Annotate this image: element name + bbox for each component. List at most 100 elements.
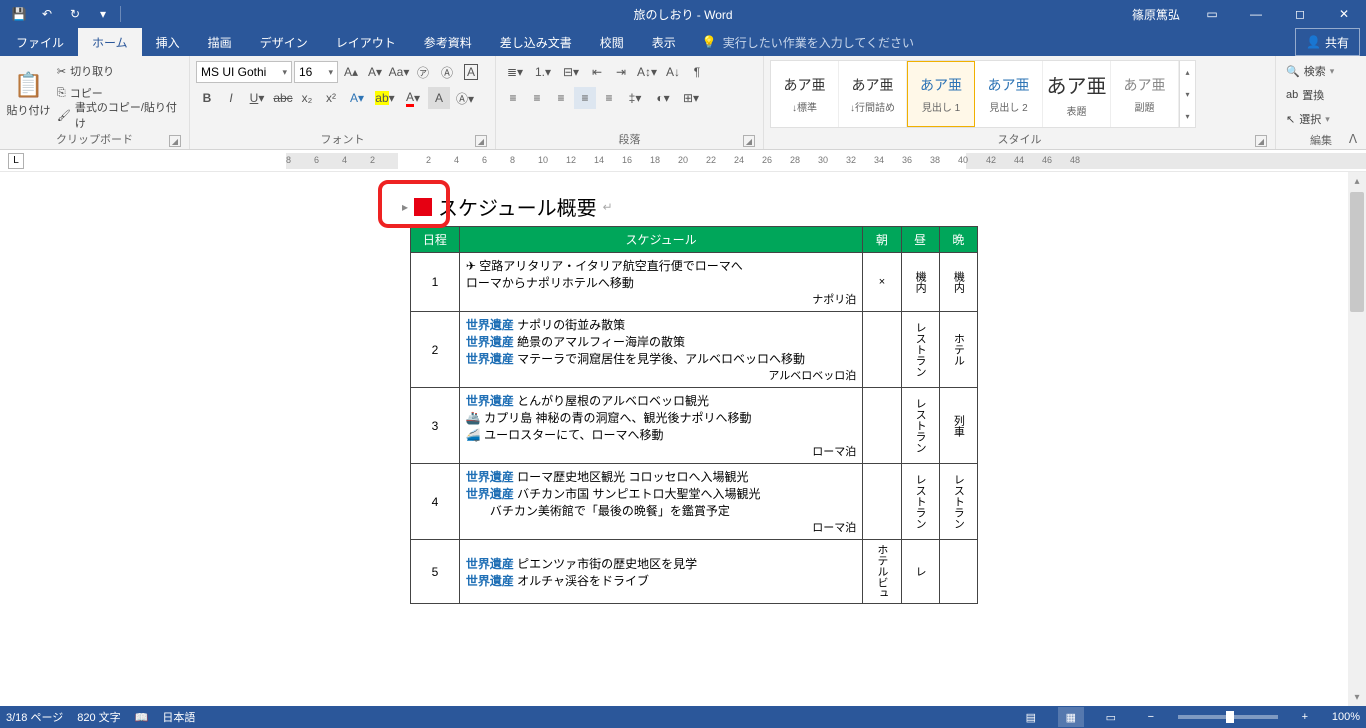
- paste-button[interactable]: 📋 貼り付け: [6, 60, 51, 129]
- gallery-down[interactable]: ▾: [1180, 83, 1195, 105]
- gallery-up[interactable]: ▴: [1180, 61, 1195, 83]
- style-title[interactable]: あア亜表題: [1043, 61, 1111, 127]
- increase-indent-button[interactable]: ⇥: [610, 61, 632, 83]
- highlight-button[interactable]: ab▾: [372, 87, 398, 109]
- align-center-button[interactable]: ≡: [526, 87, 548, 109]
- table-row[interactable]: 3世界遺産 とんがり屋根のアルベロベッロ観光🚢 カプリ島 神秘の青の洞窟へ、観光…: [411, 388, 978, 464]
- underline-button[interactable]: U▾: [244, 87, 270, 109]
- tab-review[interactable]: 校閲: [586, 28, 638, 56]
- web-layout-button[interactable]: ▭: [1098, 707, 1124, 727]
- borders-button[interactable]: ⊞▾: [678, 87, 704, 109]
- bullets-button[interactable]: ≣▾: [502, 61, 528, 83]
- text-effects-button[interactable]: A▾: [344, 87, 370, 109]
- clipboard-launcher[interactable]: ◢: [169, 135, 181, 147]
- minimize-button[interactable]: —: [1234, 0, 1278, 28]
- format-painter-button[interactable]: 🖌書式のコピー/貼り付け: [53, 104, 183, 126]
- zoom-slider[interactable]: [1178, 715, 1278, 719]
- table-row[interactable]: 1✈ 空路アリタリア・イタリア航空直行便でローマへローマからナポリホテルへ移動ナ…: [411, 253, 978, 312]
- ribbon-options-button[interactable]: ▭: [1190, 0, 1234, 28]
- tab-insert[interactable]: 挿入: [142, 28, 194, 56]
- grow-font-button[interactable]: A▴: [340, 61, 362, 83]
- gallery-expand[interactable]: ▾: [1180, 105, 1195, 127]
- superscript-button[interactable]: x²: [320, 87, 342, 109]
- distributed-button[interactable]: ≡: [598, 87, 620, 109]
- style-subtitle[interactable]: あア亜副題: [1111, 61, 1179, 127]
- subscript-button[interactable]: x₂: [296, 87, 318, 109]
- zoom-level[interactable]: 100%: [1332, 711, 1360, 723]
- font-name-combo[interactable]: MS UI Gothi▾: [196, 61, 292, 83]
- tab-home[interactable]: ホーム: [78, 28, 142, 56]
- style-heading1[interactable]: あア亜見出し 1: [907, 61, 975, 127]
- styles-launcher[interactable]: ◢: [1255, 135, 1267, 147]
- heading-text[interactable]: スケジュール概要: [438, 192, 597, 221]
- bold-button[interactable]: B: [196, 87, 218, 109]
- style-normal[interactable]: あア亜↓標準: [771, 61, 839, 127]
- change-case-button[interactable]: Aa▾: [388, 61, 410, 83]
- shrink-font-button[interactable]: A▾: [364, 61, 386, 83]
- replace-button[interactable]: ab置換: [1282, 84, 1360, 106]
- vertical-scrollbar[interactable]: ▴ ▾: [1348, 172, 1366, 706]
- table-row[interactable]: 5世界遺産 ピエンツァ市街の歴史地区を見学世界遺産 オルチャ渓谷をドライブホテル…: [411, 540, 978, 604]
- redo-button[interactable]: ↻: [62, 2, 88, 26]
- document-area[interactable]: ▸ スケジュール概要 ↵ 日程 スケジュール 朝 昼 晩 1✈ 空路アリタリア・…: [0, 172, 1366, 706]
- tab-references[interactable]: 参考資料: [410, 28, 486, 56]
- status-page[interactable]: 3/18 ページ: [6, 709, 63, 725]
- clear-format-button[interactable]: Ⓐ: [436, 61, 458, 83]
- scroll-down[interactable]: ▾: [1348, 688, 1366, 706]
- align-right-button[interactable]: ≡: [550, 87, 572, 109]
- numbering-button[interactable]: 1.▾: [530, 61, 556, 83]
- status-language[interactable]: 日本語: [162, 709, 195, 725]
- phonetic-guide-button[interactable]: ㋐: [412, 61, 434, 83]
- zoom-knob[interactable]: [1226, 711, 1234, 723]
- read-mode-button[interactable]: ▤: [1018, 707, 1044, 727]
- user-name[interactable]: 篠原篤弘: [1122, 6, 1190, 23]
- char-shading-button[interactable]: A: [428, 87, 450, 109]
- text-direction-button[interactable]: A↕▾: [634, 61, 660, 83]
- tab-view[interactable]: 表示: [638, 28, 690, 56]
- tell-me[interactable]: 💡 実行したい作業を入力してください: [690, 28, 926, 56]
- proofing-icon[interactable]: 📖: [135, 711, 149, 724]
- justify-button[interactable]: ≡: [574, 87, 596, 109]
- style-nospacing[interactable]: あア亜↓行間詰め: [839, 61, 907, 127]
- maximize-button[interactable]: ◻: [1278, 0, 1322, 28]
- style-heading2[interactable]: あア亜見出し 2: [975, 61, 1043, 127]
- share-button[interactable]: 👤 共有: [1295, 28, 1360, 56]
- tab-layout[interactable]: レイアウト: [322, 28, 410, 56]
- char-border-button[interactable]: Ⓐ▾: [452, 87, 478, 109]
- find-button[interactable]: 🔍検索▾: [1282, 60, 1360, 82]
- zoom-in-button[interactable]: +: [1292, 707, 1318, 727]
- print-layout-button[interactable]: ▦: [1058, 707, 1084, 727]
- tab-file[interactable]: ファイル: [2, 28, 78, 56]
- shading-button[interactable]: ◐▾: [650, 87, 676, 109]
- scroll-thumb[interactable]: [1350, 192, 1364, 312]
- tab-design[interactable]: デザイン: [246, 28, 322, 56]
- table-row[interactable]: 4世界遺産 ローマ歴史地区観光 コロッセロへ入場観光世界遺産 バチカン市国 サン…: [411, 464, 978, 540]
- enclose-chars-button[interactable]: A: [460, 61, 482, 83]
- font-size-combo[interactable]: 16▾: [294, 61, 338, 83]
- decrease-indent-button[interactable]: ⇤: [586, 61, 608, 83]
- scroll-up[interactable]: ▴: [1348, 172, 1366, 190]
- tab-draw[interactable]: 描画: [194, 28, 246, 56]
- strike-button[interactable]: abc: [272, 87, 294, 109]
- qat-customize[interactable]: ▾: [90, 2, 116, 26]
- tab-mailings[interactable]: 差し込み文書: [486, 28, 586, 56]
- schedule-table[interactable]: 日程 スケジュール 朝 昼 晩 1✈ 空路アリタリア・イタリア航空直行便でローマ…: [410, 226, 978, 604]
- close-button[interactable]: ✕: [1322, 0, 1366, 28]
- tab-selector[interactable]: L: [8, 153, 24, 169]
- zoom-out-button[interactable]: −: [1138, 707, 1164, 727]
- font-launcher[interactable]: ◢: [475, 135, 487, 147]
- undo-button[interactable]: ↶: [34, 2, 60, 26]
- line-spacing-button[interactable]: ‡▾: [622, 87, 648, 109]
- save-button[interactable]: 💾: [6, 2, 32, 26]
- font-color-button[interactable]: A▾: [400, 87, 426, 109]
- collapse-ribbon-button[interactable]: ᐱ: [1344, 131, 1362, 147]
- multilevel-button[interactable]: ⊟▾: [558, 61, 584, 83]
- paragraph-launcher[interactable]: ◢: [743, 135, 755, 147]
- table-row[interactable]: 2世界遺産 ナポリの街並み散策世界遺産 絶景のアマルフィー海岸の散策世界遺産 マ…: [411, 312, 978, 388]
- italic-button[interactable]: I: [220, 87, 242, 109]
- show-marks-button[interactable]: ¶: [686, 61, 708, 83]
- cut-button[interactable]: ✂切り取り: [53, 60, 183, 82]
- select-button[interactable]: ↖選択▾: [1282, 108, 1360, 130]
- horizontal-ruler[interactable]: 8642246810121416182022242628303234363840…: [286, 153, 1366, 169]
- status-words[interactable]: 820 文字: [77, 709, 120, 725]
